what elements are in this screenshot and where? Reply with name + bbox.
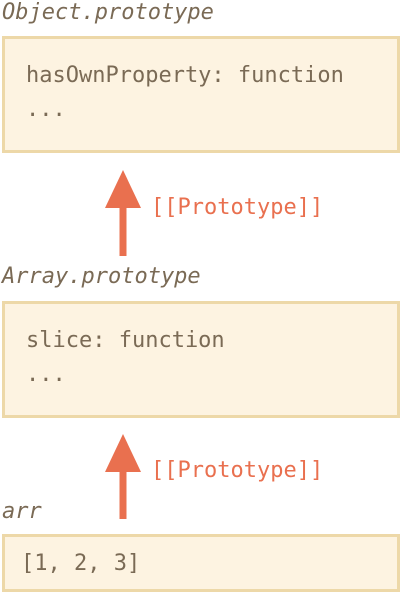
prototype-link-label-2: [[Prototype]] — [151, 458, 324, 483]
arr-box: [1, 2, 3] — [2, 534, 400, 592]
arr-line-1: [1, 2, 3] — [21, 551, 141, 576]
prototype-arrow-2-head — [105, 434, 141, 472]
arr-title: arr — [2, 499, 42, 524]
prototype-arrow-2 — [105, 434, 141, 519]
